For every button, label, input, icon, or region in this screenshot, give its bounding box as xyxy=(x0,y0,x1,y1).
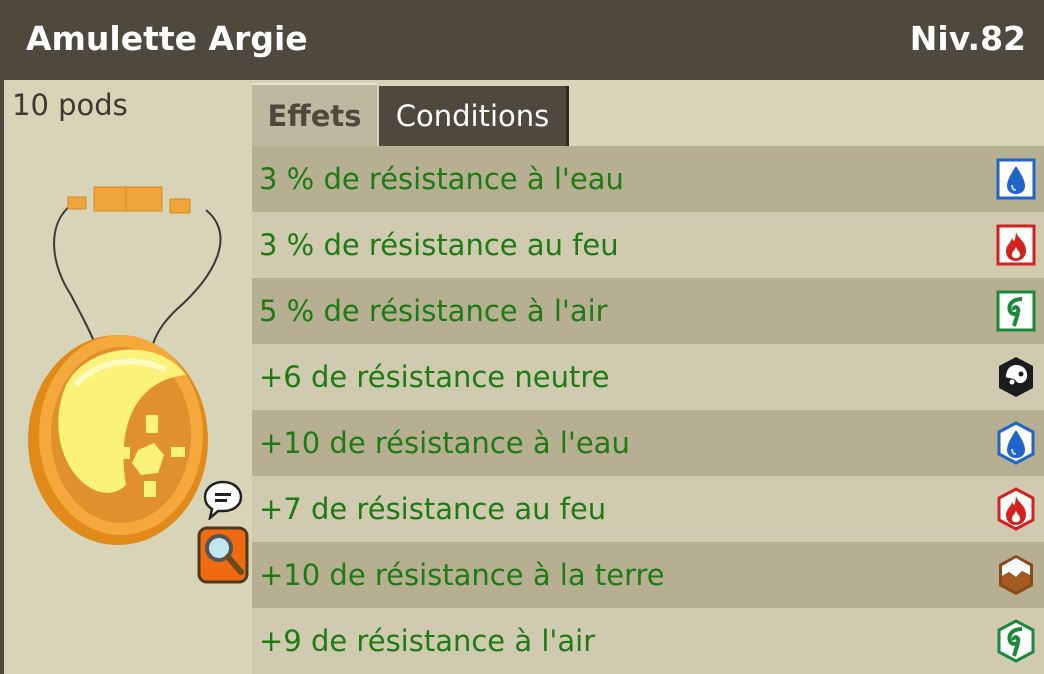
fire-hex-icon xyxy=(997,487,1035,531)
effect-row: +7 de résistance au feu xyxy=(252,476,1044,542)
effect-row: +6 de résistance neutre xyxy=(252,344,1044,410)
effects-list: 3 % de résistance à l'eau 3 % de résista… xyxy=(252,146,1044,674)
effect-row: 3 % de résistance au feu xyxy=(252,212,1044,278)
effect-row: 3 % de résistance à l'eau xyxy=(252,146,1044,212)
tab-effets[interactable]: Effets xyxy=(252,83,377,146)
item-tabs: Effets Conditions xyxy=(252,80,1044,146)
item-name: Amulette Argie xyxy=(26,19,308,58)
effect-text: +10 de résistance à l'eau xyxy=(259,426,630,460)
effect-text: 3 % de résistance à l'eau xyxy=(259,162,624,196)
effect-text: +6 de résistance neutre xyxy=(259,360,610,394)
tab-conditions[interactable]: Conditions xyxy=(379,86,569,146)
amulet-image xyxy=(28,186,222,545)
air-hex-icon xyxy=(997,619,1035,663)
effect-text: +7 de résistance au feu xyxy=(259,492,607,526)
fire-square-icon xyxy=(996,224,1036,266)
item-info-panel: 10 pods xyxy=(0,80,252,674)
earth-hex-icon xyxy=(999,555,1033,595)
effect-text: 5 % de résistance à l'air xyxy=(259,294,608,328)
effect-text: +9 de résistance à l'air xyxy=(259,624,596,658)
water-hex-icon xyxy=(997,421,1035,465)
effect-row: 5 % de résistance à l'air xyxy=(252,278,1044,344)
effect-row: +10 de résistance à l'eau xyxy=(252,410,1044,476)
effect-row: +9 de résistance à l'air xyxy=(252,608,1044,674)
effect-text: +10 de résistance à la terre xyxy=(259,558,665,592)
item-level: Niv.82 xyxy=(909,19,1026,58)
neutral-hex-icon xyxy=(999,357,1033,397)
effect-row: +10 de résistance à la terre xyxy=(252,542,1044,608)
effect-text: 3 % de résistance au feu xyxy=(259,228,619,262)
air-square-icon xyxy=(996,290,1036,332)
water-square-icon xyxy=(996,158,1036,200)
item-weight: 10 pods xyxy=(12,88,128,122)
inspect-magnifier-icon[interactable] xyxy=(197,526,249,584)
chat-bubble-icon[interactable] xyxy=(202,478,244,520)
item-header: Amulette Argie Niv.82 xyxy=(0,0,1044,80)
